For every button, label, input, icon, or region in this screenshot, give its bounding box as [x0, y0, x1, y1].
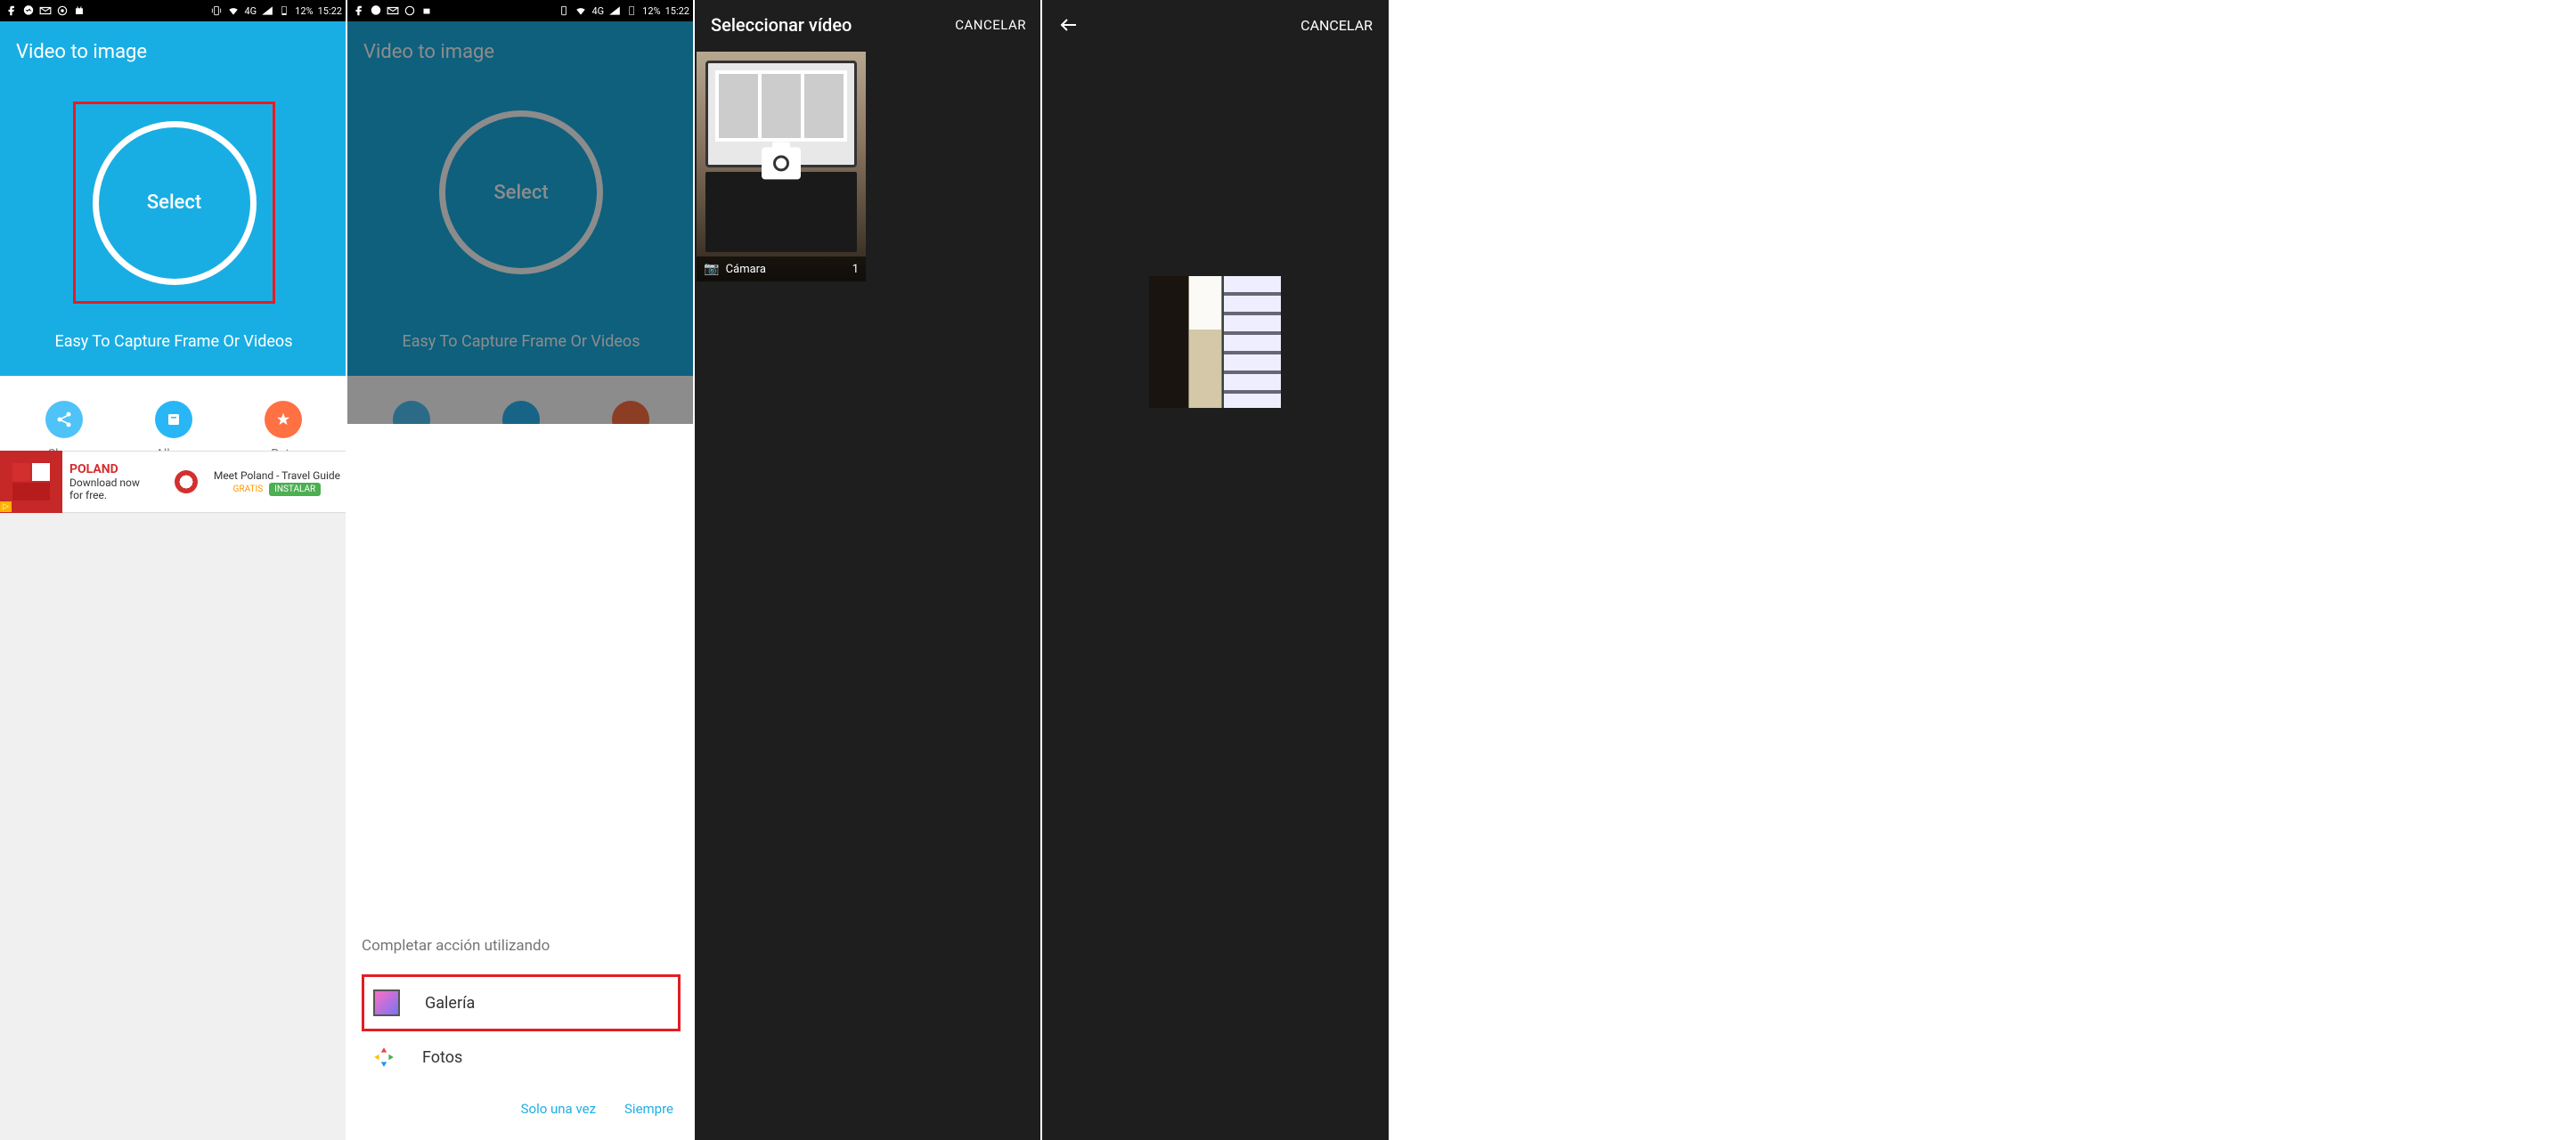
status-bar: 4G 12% 15:22 — [347, 0, 695, 21]
main-panel: Video to image Select Easy To Capture Fr… — [0, 21, 347, 376]
chooser-item-galeria[interactable]: Galería — [362, 974, 681, 1031]
poland-flag-icon — [175, 470, 198, 493]
signal-text: 4G — [244, 5, 257, 17]
ad-choices-icon[interactable]: ▷ — [0, 501, 12, 512]
once-button[interactable]: Solo una vez — [521, 1101, 596, 1117]
wifi-icon — [227, 4, 240, 17]
notification-icon — [56, 4, 69, 17]
galeria-label: Galería — [425, 994, 475, 1013]
status-bar: 4G 12% 15:22 — [0, 0, 347, 21]
video-thumbnail[interactable] — [1149, 276, 1281, 408]
cancel-button[interactable]: CANCELAR — [955, 17, 1026, 33]
ad-title: Meet Poland - Travel Guide — [214, 469, 340, 482]
clock-text: 15:22 — [318, 5, 342, 17]
detail-header: CANCELAR — [1042, 0, 1389, 50]
battery-icon — [625, 4, 638, 17]
folder-label: 📷 Cámara 1 — [697, 256, 866, 281]
album-icon — [155, 401, 192, 438]
select-button[interactable]: Select — [93, 121, 257, 285]
always-button[interactable]: Siempre — [624, 1101, 673, 1117]
rate-icon — [265, 401, 302, 438]
screen-detail: CANCELAR — [1042, 0, 1389, 1140]
gallery-icon — [373, 989, 400, 1016]
fotos-label: Fotos — [422, 1048, 462, 1067]
signal-text: 4G — [591, 5, 604, 17]
chooser-buttons: Solo una vez Siempre — [362, 1083, 681, 1126]
ad-right: Meet Poland - Travel Guide GRATIS INSTAL… — [207, 466, 347, 498]
share-icon — [45, 401, 83, 438]
photos-icon — [371, 1044, 397, 1071]
back-button[interactable] — [1058, 14, 1080, 36]
intent-chooser: Completar acción utilizando Galería Foto… — [347, 919, 695, 1140]
select-button-dimmed: Select — [439, 110, 603, 274]
main-panel-dimmed: Video to image Select Easy To Capture Fr… — [347, 21, 695, 376]
folder-count: 1 — [852, 263, 859, 276]
messenger-icon — [370, 4, 382, 17]
gmail-icon — [39, 4, 52, 17]
screen-chooser: 4G 12% 15:22 Video to image Select Easy … — [347, 0, 695, 1140]
battery-text: 12% — [642, 5, 660, 17]
chooser-title: Completar acción utilizando — [362, 937, 681, 955]
select-label: Select — [147, 191, 201, 214]
chooser-item-fotos[interactable]: Fotos — [362, 1031, 681, 1083]
folder-camara[interactable]: 📷 Cámara 1 — [697, 52, 866, 281]
ad-text: POLAND Download now for free. — [62, 459, 166, 505]
subtitle-text: Easy To Capture Frame Or Videos — [0, 332, 347, 351]
ad-line2: for free. — [69, 489, 159, 501]
ad-install-button[interactable]: INSTALAR — [269, 483, 321, 496]
messenger-icon — [22, 4, 35, 17]
subtitle-text: Easy To Capture Frame Or Videos — [347, 332, 695, 351]
vibrate-icon — [210, 4, 223, 17]
ad-brand: POLAND — [69, 462, 159, 476]
folder-name: Cámara — [726, 263, 766, 276]
select-highlight-box: Select — [73, 102, 275, 304]
ad-banner[interactable]: POLAND Download now for free. Meet Polan… — [0, 451, 347, 513]
picker-title: Seleccionar vídeo — [711, 14, 852, 36]
facebook-icon — [353, 4, 365, 17]
android-icon — [73, 4, 86, 17]
android-icon — [420, 4, 433, 17]
wifi-icon — [575, 4, 587, 17]
notification-icon — [404, 4, 416, 17]
picker-header: Seleccionar vídeo CANCELAR — [695, 0, 1042, 50]
camera-small-icon: 📷 — [704, 262, 719, 276]
battery-text: 12% — [295, 5, 313, 17]
camera-icon — [762, 147, 801, 179]
ad-line1: Download now — [69, 476, 159, 489]
ad-gratis: GRATIS — [233, 484, 264, 494]
screen-main: 4G 12% 15:22 Video to image Select Easy … — [0, 0, 347, 1140]
app-title: Video to image — [0, 21, 347, 63]
signal-icon — [261, 4, 273, 17]
signal-icon — [608, 4, 621, 17]
clock-text: 15:22 — [665, 5, 689, 17]
vibrate-icon — [558, 4, 570, 17]
cancel-button[interactable]: CANCELAR — [1300, 17, 1373, 34]
gmail-icon — [387, 4, 399, 17]
screen-picker: Seleccionar vídeo CANCELAR 📷 Cámara 1 — [695, 0, 1042, 1140]
battery-icon — [278, 4, 290, 17]
actions-row-dimmed — [347, 376, 695, 424]
facebook-icon — [5, 4, 18, 17]
app-title: Video to image — [347, 21, 695, 63]
